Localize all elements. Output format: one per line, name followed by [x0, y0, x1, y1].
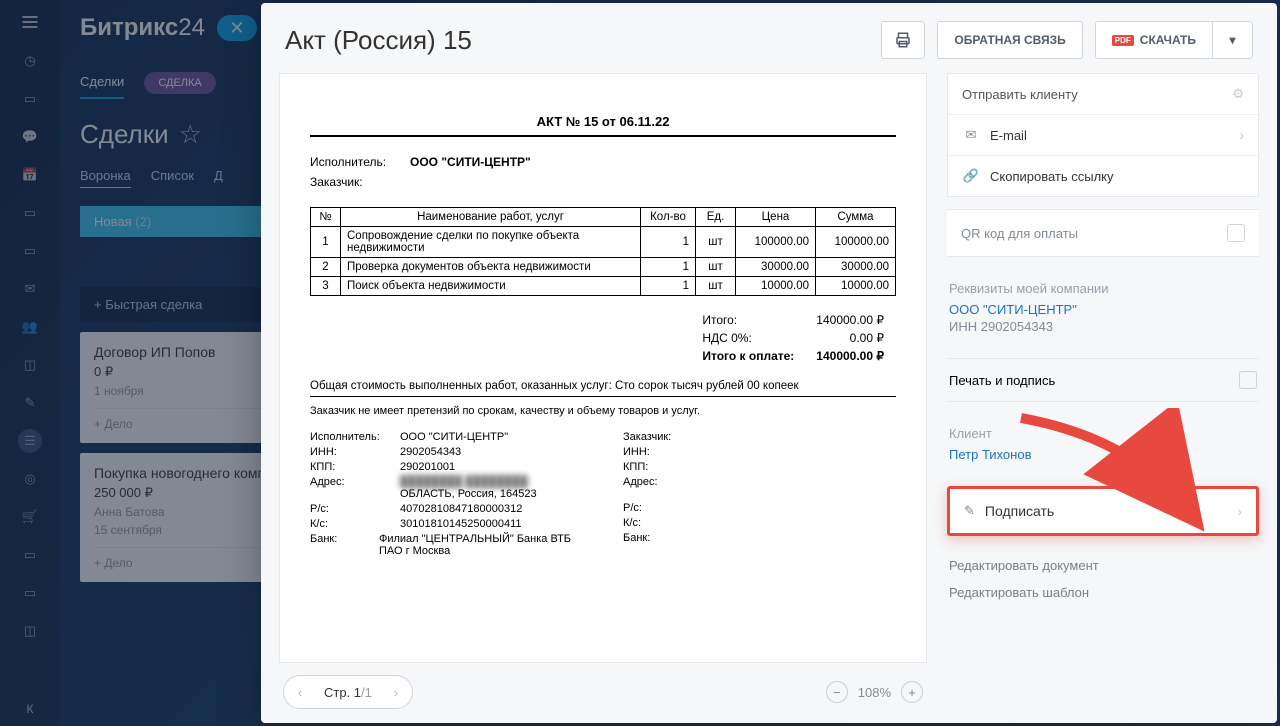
zoom-level: 108% — [858, 685, 891, 700]
send-box: Отправить клиенту ⚙ ✉ E-mail › 🔗 Скопиро… — [947, 73, 1259, 197]
page-next[interactable]: › — [380, 676, 412, 708]
pager: ‹ Стр. 1/1 › − 108% + — [279, 663, 927, 709]
page-indicator: Стр. 1/1 — [316, 685, 380, 700]
document-column: АКТ № 15 от 06.11.22 Исполнитель:ООО "СИ… — [279, 73, 927, 709]
company-link[interactable]: ООО "СИТИ-ЦЕНТР" — [949, 302, 1257, 317]
sign-box: ✎ Подписать › — [947, 486, 1259, 536]
zoom-out[interactable]: − — [826, 681, 848, 703]
send-box-header: Отправить клиенту ⚙ — [948, 74, 1258, 114]
checkbox[interactable] — [1227, 224, 1245, 242]
panel-header: Акт (Россия) 15 ОБРАТНАЯ СВЯЗЬ PDF СКАЧА… — [261, 3, 1277, 73]
gear-icon[interactable]: ⚙ — [1232, 86, 1244, 102]
page-prev[interactable]: ‹ — [284, 676, 316, 708]
printer-icon — [894, 31, 912, 49]
pdf-badge: PDF — [1112, 35, 1134, 46]
table-row: 3Поиск объекта недвижимости1шт10000.0010… — [311, 277, 896, 296]
chevron-right-icon: › — [1239, 127, 1244, 143]
send-email-row[interactable]: ✉ E-mail › — [948, 114, 1258, 155]
feedback-button[interactable]: ОБРАТНАЯ СВЯЗЬ — [937, 21, 1082, 59]
doc-title: АКТ № 15 от 06.11.22 — [310, 114, 896, 137]
download-button[interactable]: PDF СКАЧАТЬ — [1095, 21, 1213, 59]
edit-tpl-link[interactable]: Редактировать шаблон — [949, 579, 1257, 606]
page-control: ‹ Стр. 1/1 › — [283, 675, 413, 709]
sign-button[interactable]: ✎ Подписать › — [950, 489, 1256, 533]
document-page: АКТ № 15 от 06.11.22 Исполнитель:ООО "СИ… — [280, 74, 926, 600]
download-dropdown[interactable]: ▾ — [1213, 21, 1253, 59]
table-row: 1Сопровождение сделки по покупке объекта… — [311, 227, 896, 258]
zoom-control: − 108% + — [826, 681, 923, 703]
document-preview[interactable]: АКТ № 15 от 06.11.22 Исполнитель:ООО "СИ… — [279, 73, 927, 663]
client-block: Клиент Петр Тихонов — [947, 414, 1259, 474]
doc-table: № Наименование работ, услуг Кол-во Ед. Ц… — [310, 207, 896, 296]
pen-icon: ✎ — [964, 503, 975, 519]
doc-noclaim: Заказчик не имеет претензий по срокам, к… — [310, 405, 896, 417]
doc-sum-words: Общая стоимость выполненных работ, оказа… — [310, 380, 896, 397]
checkbox[interactable] — [1239, 371, 1257, 389]
print-button[interactable] — [881, 21, 925, 59]
side-panel: Отправить клиенту ⚙ ✉ E-mail › 🔗 Скопиро… — [947, 73, 1259, 709]
panel-title: Акт (Россия) 15 — [285, 25, 869, 56]
mail-icon: ✉ — [962, 127, 980, 143]
edit-doc-link[interactable]: Редактировать документ — [949, 552, 1257, 579]
doc-details: Исполнитель:ООО "СИТИ-ЦЕНТР" ИНН:2902054… — [310, 431, 896, 560]
table-row: 2Проверка документов объекта недвижимост… — [311, 258, 896, 277]
requisites-block: Реквизиты моей компании ООО "СИТИ-ЦЕНТР"… — [947, 269, 1259, 346]
client-link[interactable]: Петр Тихонов — [949, 447, 1257, 462]
chevron-right-icon: › — [1238, 504, 1242, 519]
document-panel: Акт (Россия) 15 ОБРАТНАЯ СВЯЗЬ PDF СКАЧА… — [261, 3, 1277, 723]
stamp-row[interactable]: Печать и подпись — [947, 358, 1259, 402]
link-icon: 🔗 — [962, 168, 980, 184]
qr-row[interactable]: QR код для оплаты — [947, 209, 1259, 257]
zoom-in[interactable]: + — [901, 681, 923, 703]
doc-totals: Итого:140000.00 ₽ НДС 0%:0.00 ₽ Итого к … — [310, 310, 896, 366]
edit-links: Редактировать документ Редактировать шаб… — [947, 548, 1259, 610]
copy-link-row[interactable]: 🔗 Скопировать ссылку — [948, 155, 1258, 196]
